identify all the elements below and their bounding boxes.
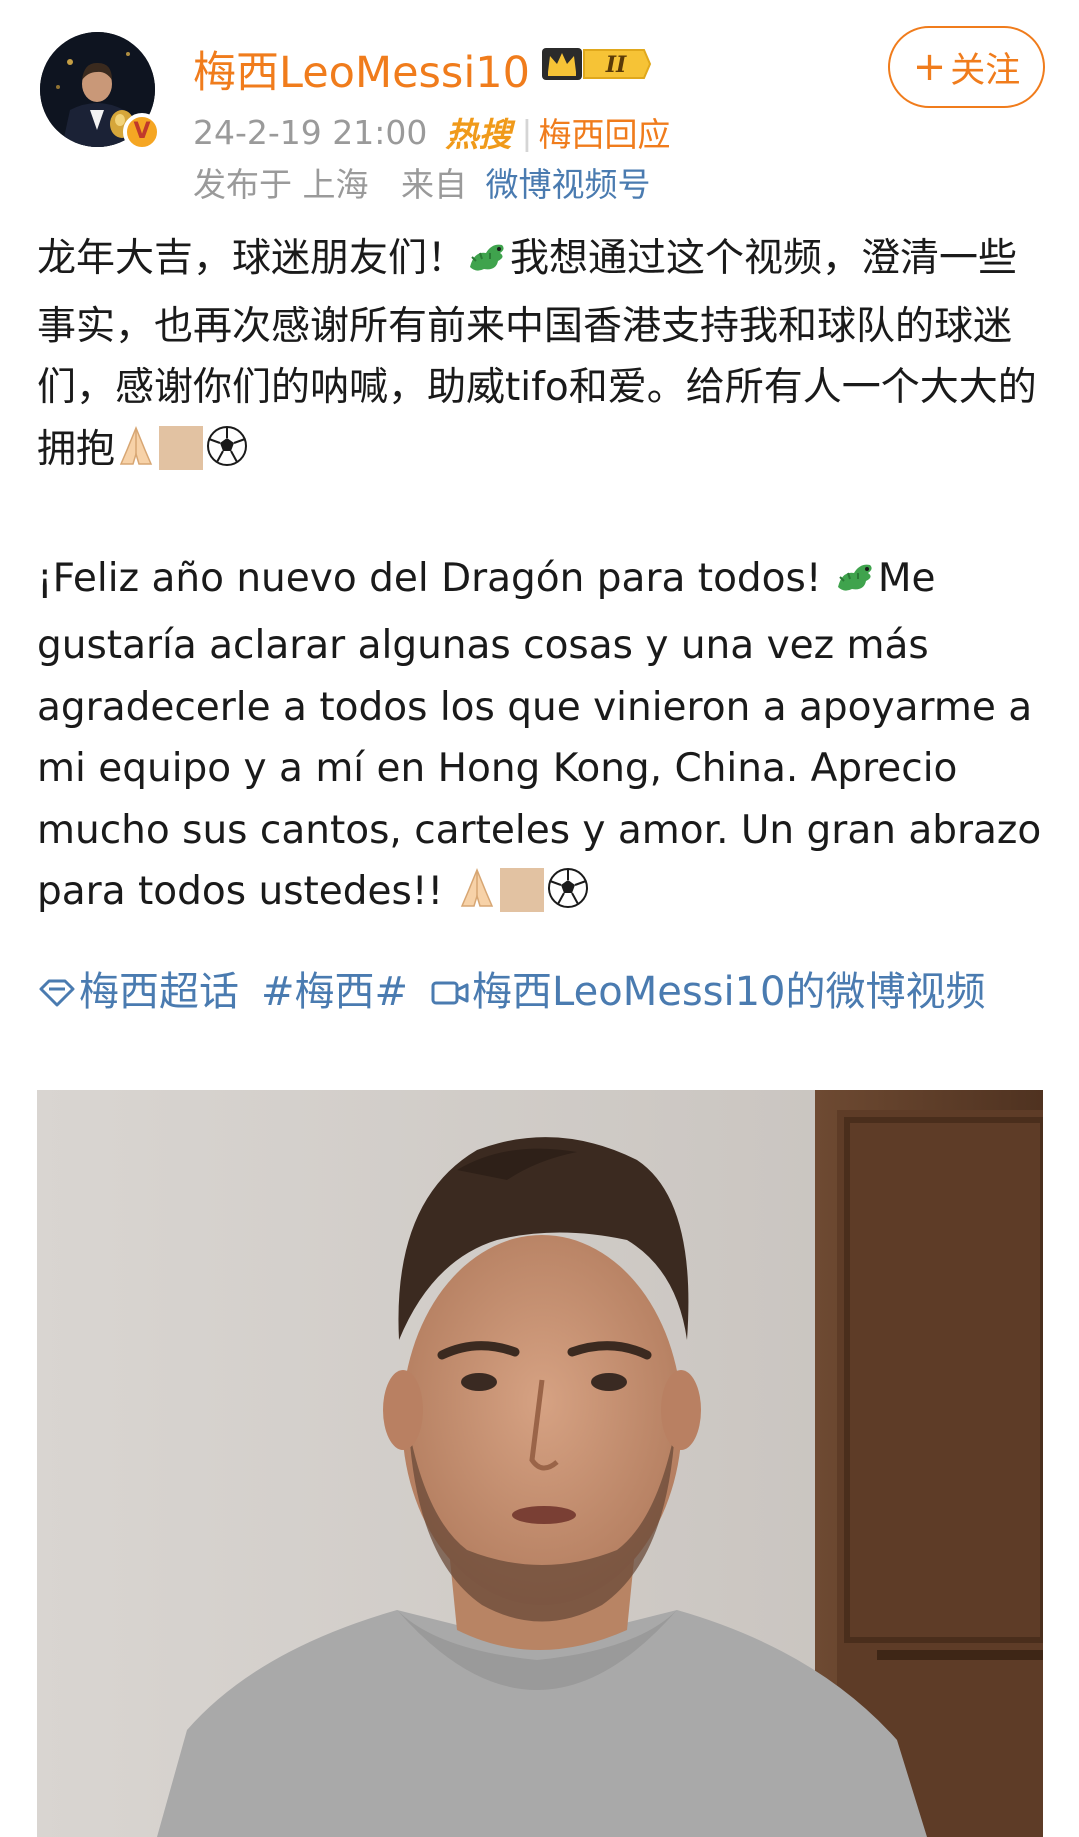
source-prefix: 来自 bbox=[401, 165, 467, 204]
post-meta-line: 24-2-19 21:00 热搜 | 梅西回应 bbox=[193, 108, 671, 156]
post-header: V 梅西LeoMessi10 II 24-2-19 21:00 热搜 | 梅西回… bbox=[0, 0, 1079, 210]
avatar[interactable]: V bbox=[40, 32, 161, 151]
soccer-ball-emoji-icon bbox=[205, 424, 249, 487]
skin-tone-square-icon bbox=[159, 425, 204, 470]
video-icon bbox=[430, 966, 470, 1028]
member-crown-badge-icon[interactable]: II bbox=[540, 44, 652, 84]
super-topic-icon bbox=[37, 966, 77, 1028]
post-text-zh-part1: 龙年大吉，球迷朋友们！ bbox=[37, 236, 467, 281]
folded-hands-emoji-icon bbox=[115, 424, 157, 487]
post-text-es-part1: ¡Feliz año nuevo del Dragón para todos! bbox=[37, 555, 834, 601]
video-link[interactable]: 梅西LeoMessi10的微博视频 bbox=[430, 969, 986, 1015]
soccer-ball-emoji-icon bbox=[546, 866, 590, 929]
post-source-line: 发布于 上海 来自 微博视频号 bbox=[193, 158, 651, 206]
post-paragraph-chinese: 龙年大吉，球迷朋友们！ 我想通过这个视频，澄清一些事实，也再次感谢所有前来中国香港… bbox=[37, 228, 1047, 486]
meta-divider: | bbox=[521, 112, 533, 152]
post-tags: 梅西超话 #梅西# 梅西LeoMessi10的微博视频 bbox=[37, 962, 1047, 1028]
post-text-es-part2: Me gustaría aclarar algunas cosas y una … bbox=[37, 555, 1042, 915]
dragon-emoji-icon bbox=[834, 554, 878, 616]
verified-badge-icon: V bbox=[123, 113, 161, 151]
skin-tone-square-icon bbox=[499, 868, 544, 912]
follow-button[interactable]: + 关注 bbox=[888, 26, 1045, 108]
post-location: 发布于 上海 bbox=[193, 165, 369, 204]
folded-hands-emoji-icon bbox=[456, 866, 498, 929]
follow-button-label: 关注 bbox=[950, 50, 1021, 91]
hot-search-badge[interactable]: 热搜 bbox=[445, 108, 511, 156]
hot-search-topic-link[interactable]: 梅西回应 bbox=[539, 108, 671, 156]
source-app-link[interactable]: 微博视频号 bbox=[486, 165, 651, 204]
post-timestamp: 24-2-19 21:00 bbox=[193, 112, 428, 152]
hashtag-link[interactable]: #梅西# bbox=[261, 969, 408, 1015]
video-player[interactable] bbox=[37, 1090, 1043, 1837]
verified-mark: V bbox=[133, 119, 151, 144]
post-text: 龙年大吉，球迷朋友们！ 我想通过这个视频，澄清一些事实，也再次感谢所有前来中国香港… bbox=[37, 228, 1047, 929]
post-paragraph-spanish: ¡Feliz año nuevo del Dragón para todos! … bbox=[37, 548, 1047, 929]
dragon-emoji-icon bbox=[466, 234, 510, 296]
plus-icon: + bbox=[912, 44, 947, 90]
author-name[interactable]: 梅西LeoMessi10 bbox=[193, 38, 530, 100]
super-topic-link[interactable]: 梅西超话 bbox=[37, 969, 239, 1015]
super-topic-label: 梅西超话 bbox=[79, 969, 239, 1015]
member-level-text: II bbox=[605, 52, 627, 78]
video-link-label: 梅西LeoMessi10的微博视频 bbox=[472, 969, 986, 1015]
video-thumbnail bbox=[37, 1090, 1043, 1837]
